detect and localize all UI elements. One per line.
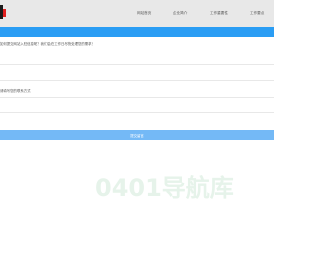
contact-input[interactable]	[0, 97, 274, 110]
divider-line	[0, 80, 274, 87]
nav-item-about[interactable]: 企业简介	[173, 11, 187, 16]
watermark-text: 0401导航库	[95, 174, 234, 202]
message-textarea[interactable]	[0, 64, 274, 77]
submit-button[interactable]: 提交留言	[0, 130, 274, 140]
watermark-logo: 0401导航库	[95, 174, 234, 202]
blue-banner	[0, 27, 274, 37]
nav-item-home[interactable]: 网站首页	[137, 11, 151, 16]
nav-item-importance[interactable]: 工作重要性	[210, 11, 228, 16]
site-logo[interactable]	[0, 5, 6, 19]
notice-text: 如何提交网站入驻信息呢？我们会在工作日尽快处理您的需求！	[0, 42, 95, 46]
nav-item-key-points[interactable]: 工作要点	[250, 11, 264, 16]
contact-label: 请填写您的联系方式	[0, 89, 31, 93]
top-nav: 网站首页 企业简介 工作重要性 工作要点	[0, 0, 274, 27]
extra-input[interactable]	[0, 112, 274, 125]
